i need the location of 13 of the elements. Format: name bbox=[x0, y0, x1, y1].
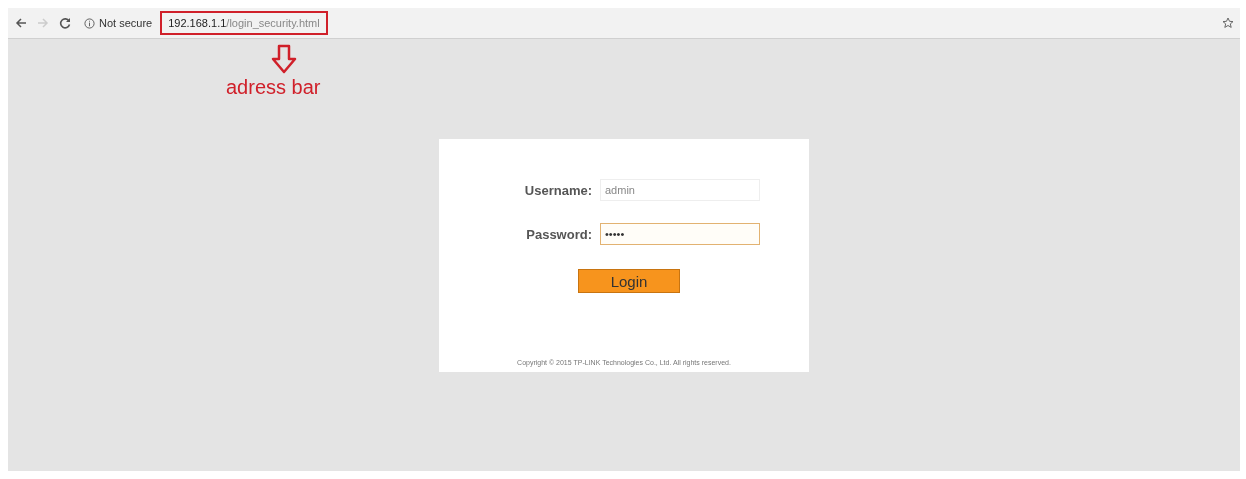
login-button[interactable]: Login bbox=[578, 269, 680, 293]
reload-icon[interactable] bbox=[58, 16, 72, 30]
back-icon[interactable] bbox=[14, 16, 28, 30]
address-field[interactable]: 192.168.1.1/login_security.html bbox=[160, 11, 328, 35]
annotation-label: adress bar bbox=[226, 76, 321, 99]
info-icon[interactable] bbox=[84, 17, 95, 29]
field-label: Username: bbox=[523, 182, 592, 198]
down-arrow-icon bbox=[270, 44, 298, 74]
input-field[interactable]: admin bbox=[600, 179, 760, 201]
security-label: Not secure bbox=[99, 17, 153, 29]
bookmark-star-icon[interactable] bbox=[1222, 17, 1234, 29]
field-label: Password: bbox=[525, 226, 592, 242]
input-field[interactable]: ••••• bbox=[600, 223, 760, 245]
